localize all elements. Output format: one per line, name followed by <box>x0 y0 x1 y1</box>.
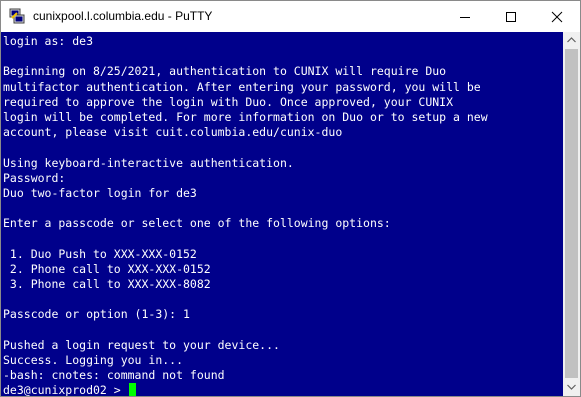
terminal-line: Duo two-factor login for de3 <box>3 185 197 200</box>
terminal-output: login as: de3 Beginning on 8/25/2021, au… <box>3 34 488 396</box>
close-button[interactable] <box>534 1 580 32</box>
terminal-line: -bash: cnotes: command not found <box>3 368 225 383</box>
text-cursor <box>128 383 136 396</box>
title-bar[interactable]: cunixpool.l.columbia.edu - PuTTY <box>1 1 580 32</box>
minimize-button[interactable] <box>442 1 488 32</box>
prompt-line[interactable]: de3@cunixprod02 > <box>3 383 488 396</box>
terminal-line: Beginning on 8/25/2021, authentication t… <box>3 64 447 79</box>
terminal-line: Enter a passcode or select one of the fo… <box>3 216 391 231</box>
scroll-up-button[interactable] <box>563 32 580 49</box>
putty-icon[interactable] <box>9 8 25 24</box>
terminal-line: Password: <box>3 170 66 185</box>
maximize-button[interactable] <box>488 1 534 32</box>
scroll-track[interactable] <box>563 49 580 379</box>
terminal-line: account, please visit cuit.columbia.edu/… <box>3 125 343 140</box>
shell-prompt: de3@cunixprod02 > <box>3 383 128 396</box>
terminal-line: Pushed a login request to your device... <box>3 337 280 352</box>
scroll-down-arrow-icon <box>567 384 576 390</box>
window-title: cunixpool.l.columbia.edu - PuTTY <box>33 9 213 23</box>
vertical-scrollbar[interactable] <box>563 32 580 396</box>
minimize-icon <box>460 17 470 18</box>
scroll-down-button[interactable] <box>563 379 580 396</box>
terminal-area[interactable]: login as: de3 Beginning on 8/25/2021, au… <box>1 32 563 396</box>
close-icon <box>551 11 563 23</box>
terminal-line: Success. Logging you in... <box>3 352 184 367</box>
scroll-thumb[interactable] <box>565 49 578 378</box>
terminal-line: login as: de3 <box>3 34 94 48</box>
putty-window: cunixpool.l.columbia.edu - PuTTY login a… <box>0 0 581 397</box>
terminal-line: required to approve the login with Duo. … <box>3 94 454 109</box>
terminal-line: 1. Duo Push to XXX-XXX-0152 <box>3 246 197 261</box>
terminal-line: 2. Phone call to XXX-XXX-0152 <box>3 261 211 276</box>
maximize-icon <box>506 12 516 22</box>
terminal-line: login will be completed. For more inform… <box>3 109 488 124</box>
terminal-line: multifactor authentication. After enteri… <box>3 79 481 94</box>
scroll-up-arrow-icon <box>567 37 576 43</box>
terminal-line: Passcode or option (1-3): 1 <box>3 307 190 322</box>
terminal-line: Using keyboard-interactive authenticatio… <box>3 155 294 170</box>
terminal-line: 3. Phone call to XXX-XXX-8082 <box>3 277 211 291</box>
